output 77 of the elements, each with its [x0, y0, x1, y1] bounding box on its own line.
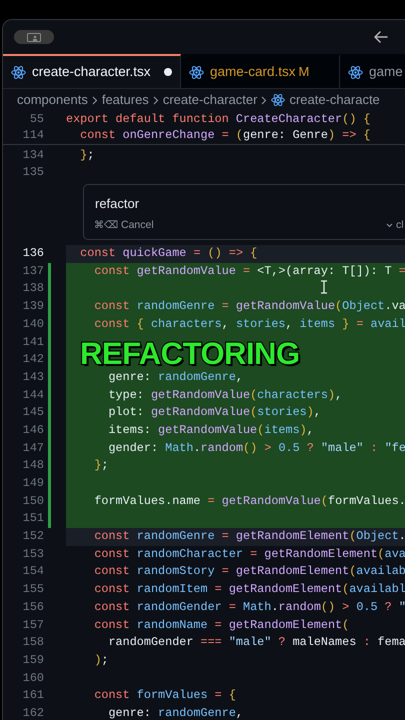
line-number: 150	[22, 492, 44, 510]
line-number: 139	[22, 298, 44, 316]
line-number: 153	[22, 546, 44, 563]
line-number: 114	[22, 127, 44, 144]
line-number: 155	[22, 581, 44, 598]
line-number: 144	[22, 386, 44, 404]
line-number: 145	[22, 404, 44, 422]
cancel-label: Cancel	[121, 218, 154, 234]
breadcrumb-item[interactable]: create-characte	[289, 90, 380, 110]
code-line: };	[79, 146, 94, 164]
line-number: 146	[22, 422, 44, 439]
breadcrumb-item[interactable]: components	[17, 90, 88, 110]
line-number: 135	[22, 164, 44, 182]
code-line: const randomStory = getRandomElement(availab	[93, 563, 405, 580]
line-number: 141	[22, 334, 44, 350]
code-line: items: getRandomValue(items),	[107, 422, 314, 439]
line-number: 158	[22, 634, 44, 652]
line-number: 156	[22, 598, 44, 616]
chevron-right-icon	[261, 96, 268, 104]
breadcrumb-item[interactable]: create-character	[162, 90, 258, 110]
back-arrow-icon[interactable]	[374, 31, 388, 43]
atom-icon	[348, 64, 363, 80]
code-line: const getRandomValue = <T,>(array: T[]): T =	[93, 262, 405, 280]
line-number: 149	[22, 475, 44, 492]
code-line: };	[93, 457, 108, 474]
code-line: );	[93, 652, 108, 669]
layout-toggle-button[interactable]	[14, 30, 54, 44]
code-line: const quickGame = () => {	[79, 245, 258, 262]
code-line: formValues.name = getRandomValue(formValues.	[93, 492, 405, 510]
line-number: 143	[22, 368, 44, 386]
cancel-button[interactable]: ⌘⌫ Cancel	[94, 218, 154, 234]
git-status-label: M	[298, 63, 310, 82]
line-number: 161	[22, 687, 44, 704]
breadcrumb-item[interactable]: features	[102, 90, 149, 110]
code-line: const randomName = getRandomElement(	[93, 616, 350, 634]
code-line: plot: getRandomValue(stories),	[107, 404, 321, 422]
code-line: genre: randomGenre,	[107, 704, 243, 720]
option-dropdown[interactable]: cl	[386, 218, 404, 234]
line-number: 152	[22, 528, 44, 546]
line-number: 160	[22, 670, 44, 687]
code-line: type: getRandomValue(characters),	[107, 386, 342, 404]
code-line: const randomItem = getRandomElement(availabl	[93, 581, 405, 598]
code-line: export default function CreateCharacter() {	[66, 111, 370, 128]
chevron-right-icon	[152, 96, 159, 104]
shortcut-text: ⌘⌫	[94, 219, 118, 234]
line-number: 137	[22, 262, 44, 280]
line-number: 148	[22, 457, 44, 474]
option-label: cl	[396, 218, 404, 234]
atom-icon	[189, 64, 204, 80]
line-number: 154	[22, 563, 44, 580]
line-number: 159	[22, 652, 44, 669]
line-number: 157	[22, 616, 44, 634]
refactoring-caption: REFACTORING	[80, 341, 300, 367]
line-number: 162	[22, 704, 44, 720]
atom-icon	[271, 93, 286, 107]
text-cursor-icon	[320, 280, 328, 294]
atom-icon	[11, 64, 26, 80]
line-number: 138	[22, 280, 44, 298]
code-line: const { characters, stories, items } = avail	[93, 316, 405, 333]
code-line: gender: Math.random() > 0.5 ? "male" : "fe	[107, 440, 405, 457]
line-number: 140	[22, 316, 44, 333]
chevron-down-icon	[386, 223, 393, 228]
code-line: const formValues = {	[93, 687, 236, 704]
line-number: 151	[22, 510, 44, 528]
prompt-input-field[interactable]: refactor	[95, 194, 140, 214]
line-number: 55	[28, 111, 44, 128]
chevron-right-icon	[92, 96, 98, 104]
code-line: const randomGender = Math.random() > 0.5 ? "	[93, 598, 405, 616]
editor-tab[interactable]: create-character.tsx	[3, 54, 181, 88]
code-line: genre: randomGenre,	[107, 368, 243, 386]
line-number: 142	[22, 351, 44, 368]
line-number: 147	[22, 440, 44, 457]
code-line: const randomGenre = getRandomElement(Object.	[93, 528, 405, 546]
monitor-icon	[27, 32, 41, 42]
code-line: const onGenreChange = (genre: Genre) => {	[79, 127, 370, 144]
line-number: 136	[22, 245, 44, 262]
line-number: 134	[22, 146, 44, 164]
